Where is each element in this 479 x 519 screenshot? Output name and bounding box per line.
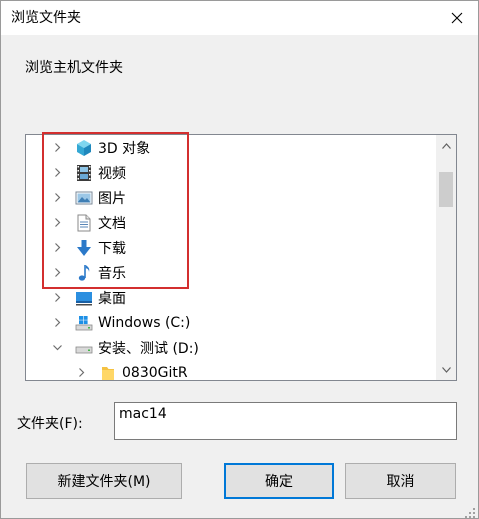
dialog-description: 浏览主机文件夹 bbox=[25, 60, 123, 76]
chevron-right-icon[interactable] bbox=[52, 243, 62, 253]
tree-item-label: 下载 bbox=[98, 240, 126, 257]
tree-item-label: Windows (C:) bbox=[98, 314, 191, 331]
tree-item-label: 0830GitR bbox=[122, 364, 188, 381]
tree-item-pictures[interactable]: 图片 bbox=[26, 185, 456, 210]
chevron-right-icon[interactable] bbox=[52, 318, 62, 328]
tree-item-music[interactable]: 音乐 bbox=[26, 260, 456, 285]
new-folder-button-label: 新建文件夹(M) bbox=[57, 474, 151, 490]
tree-item-3d-objects[interactable]: 3D 对象 bbox=[26, 135, 456, 160]
cancel-button-label: 取消 bbox=[386, 474, 415, 490]
document-icon bbox=[74, 213, 94, 233]
tree-item-videos[interactable]: 视频 bbox=[26, 160, 456, 185]
resize-grip[interactable] bbox=[464, 504, 476, 518]
chevron-down-icon bbox=[441, 366, 451, 373]
close-button[interactable] bbox=[446, 7, 468, 29]
tree-item-label: 视频 bbox=[98, 165, 126, 182]
chevron-right-icon[interactable] bbox=[52, 193, 62, 203]
chevron-right-icon[interactable] bbox=[52, 293, 62, 303]
video-icon bbox=[74, 163, 94, 183]
tree-item-downloads[interactable]: 下载 bbox=[26, 235, 456, 260]
window-title: 浏览文件夹 bbox=[11, 10, 81, 26]
new-folder-button[interactable]: 新建文件夹(M) bbox=[26, 463, 182, 499]
tree-item-label: 文档 bbox=[98, 215, 126, 232]
tree-item-documents[interactable]: 文档 bbox=[26, 210, 456, 235]
folder-icon bbox=[98, 363, 118, 381]
tree-item-label: 安装、测试 (D:) bbox=[98, 340, 199, 357]
browse-folder-dialog: 浏览文件夹 浏览主机文件夹 3D 对象 视频 图片 文档 下载 音乐 桌面 Wi… bbox=[0, 0, 479, 519]
tree-item-drive-c[interactable]: Windows (C:) bbox=[26, 310, 456, 335]
ok-button[interactable]: 确定 bbox=[224, 463, 334, 499]
drive-icon bbox=[74, 338, 94, 358]
ok-button-label: 确定 bbox=[265, 474, 293, 490]
download-icon bbox=[74, 238, 94, 258]
vertical-scrollbar[interactable] bbox=[436, 135, 456, 380]
cube-3d-icon bbox=[74, 138, 94, 158]
resize-grip-icon bbox=[465, 508, 475, 518]
folder-name-input[interactable]: mac14 bbox=[114, 402, 457, 440]
music-icon bbox=[74, 263, 94, 283]
scroll-thumb[interactable] bbox=[439, 172, 453, 207]
pictures-icon bbox=[74, 188, 94, 208]
chevron-right-icon[interactable] bbox=[76, 368, 86, 378]
tree-item-label: 3D 对象 bbox=[98, 140, 151, 157]
scroll-down-button[interactable] bbox=[436, 361, 456, 378]
chevron-right-icon[interactable] bbox=[52, 268, 62, 278]
chevron-right-icon[interactable] bbox=[52, 168, 62, 178]
folder-tree[interactable]: 3D 对象 视频 图片 文档 下载 音乐 桌面 Windows (C:) 安装、… bbox=[25, 134, 457, 381]
tree-item-desktop[interactable]: 桌面 bbox=[26, 285, 456, 310]
tree-item-label: 音乐 bbox=[98, 265, 126, 282]
tree-item-label: 桌面 bbox=[98, 290, 126, 307]
title-bar: 浏览文件夹 bbox=[1, 1, 478, 35]
cancel-button[interactable]: 取消 bbox=[345, 463, 456, 499]
tree-item-label: 图片 bbox=[98, 190, 126, 207]
chevron-right-icon[interactable] bbox=[52, 218, 62, 228]
chevron-right-icon[interactable] bbox=[52, 143, 62, 153]
close-icon bbox=[451, 12, 463, 24]
tree-item-drive-d[interactable]: 安装、测试 (D:) bbox=[26, 335, 456, 360]
scroll-up-button[interactable] bbox=[436, 137, 456, 154]
chevron-up-icon bbox=[441, 142, 451, 149]
tree-item-folder[interactable]: 0830GitR bbox=[26, 360, 456, 381]
chevron-down-icon[interactable] bbox=[52, 343, 62, 353]
folder-field-label: 文件夹(F): bbox=[17, 416, 83, 432]
windows-drive-icon bbox=[74, 313, 94, 333]
desktop-icon bbox=[74, 288, 94, 308]
